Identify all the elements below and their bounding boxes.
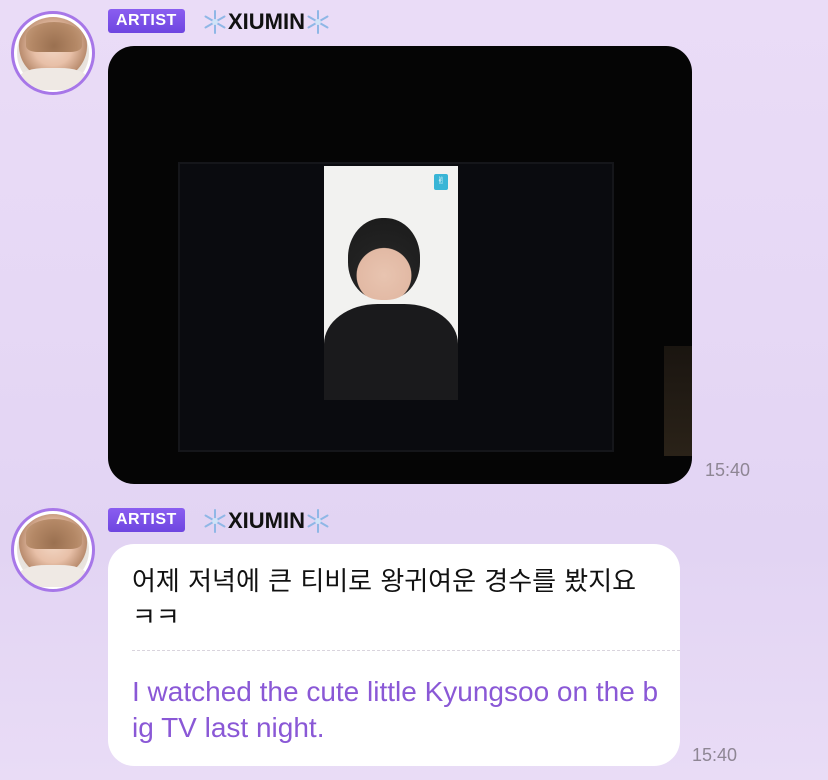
message-timestamp: 15:40 (705, 460, 751, 480)
room-shelf (664, 346, 692, 456)
sender-name-text: XIUMIN (228, 508, 305, 533)
snowflake-icon (204, 10, 226, 34)
sender-avatar[interactable] (11, 11, 95, 95)
translation-divider (132, 650, 680, 651)
artist-badge: ARTIST (108, 508, 185, 532)
person-head (348, 218, 420, 300)
sender-name[interactable]: XIUMIN (202, 9, 331, 35)
tv-screen-video: ✌ (324, 166, 458, 400)
translated-text: I watched the cute little Kyungsoo on th… (132, 676, 659, 743)
snowflake-icon (307, 509, 329, 533)
snowflake-icon (307, 10, 329, 34)
sender-name-text: XIUMIN (228, 9, 305, 34)
message-text: 어제 저녁에 큰 티비로 왕귀여운 경수를 봤지요 ㅋㅋ (132, 567, 637, 633)
person-body (324, 304, 458, 400)
artist-badge: ARTIST (108, 9, 185, 33)
sender-name[interactable]: XIUMIN (202, 508, 331, 534)
snowflake-icon (204, 509, 226, 533)
message-timestamp: 15:40 (692, 745, 738, 765)
vlive-logo-icon: ✌ (434, 174, 448, 190)
sender-avatar[interactable] (11, 508, 95, 592)
message-bubble[interactable]: 어제 저녁에 큰 티비로 왕귀여운 경수를 봤지요 ㅋㅋ I watched t… (108, 544, 680, 766)
shared-photo[interactable]: ✌ (108, 46, 692, 484)
